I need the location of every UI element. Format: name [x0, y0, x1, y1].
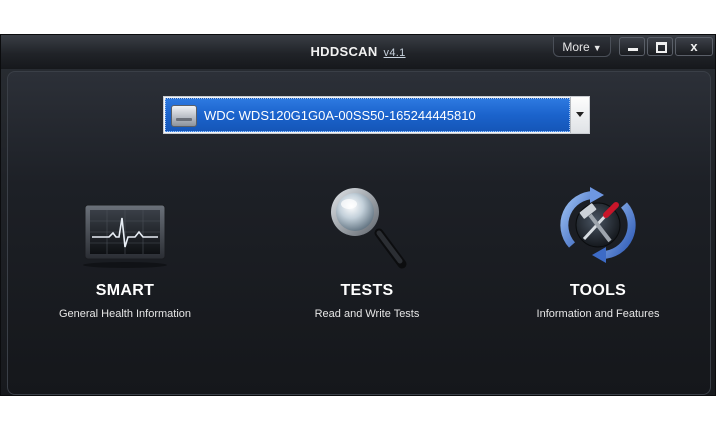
maximize-button[interactable] [647, 37, 673, 56]
title-bar[interactable]: HDDSCAN v4.1 More ▼ x [1, 35, 715, 69]
drive-selected-field[interactable]: WDC WDS120G1G0A-00SS50-165244445810 [165, 98, 570, 132]
heartbeat-monitor-icon [83, 204, 167, 268]
tests-description: Read and Write Tests [314, 308, 420, 320]
magnifier-icon [331, 188, 407, 269]
caret-down-icon: ▼ [592, 43, 602, 53]
minimize-button[interactable] [619, 37, 645, 56]
more-button[interactable]: More ▼ [553, 37, 611, 57]
tools-description: Information and Features [536, 308, 660, 320]
more-label: More [562, 40, 590, 54]
close-icon: x [690, 39, 698, 54]
smart-label: SMART [95, 282, 155, 299]
tests-label: TESTS [340, 282, 394, 299]
dropdown-arrow-button[interactable] [570, 97, 589, 133]
app-name: HDDSCAN [310, 44, 378, 59]
drive-selector[interactable]: WDC WDS120G1G0A-00SS50-165244445810 [163, 96, 590, 134]
version-link[interactable]: v4.1 [384, 47, 406, 59]
tests-icon-area [267, 185, 467, 275]
smart-feature-button[interactable]: SMART General Health Information [25, 185, 225, 320]
smart-description: General Health Information [58, 308, 192, 320]
hard-drive-icon [171, 105, 197, 127]
tests-feature-button[interactable]: TESTS Read and Write Tests [267, 185, 467, 320]
tools-refresh-icon [560, 187, 636, 263]
close-button[interactable]: x [675, 37, 713, 56]
tools-icon-area [498, 185, 698, 275]
smart-icon-area [25, 185, 225, 275]
tools-feature-button[interactable]: TOOLS Information and Features [498, 185, 698, 320]
drive-name: WDC WDS120G1G0A-00SS50-165244445810 [204, 108, 476, 123]
tools-label: TOOLS [569, 282, 627, 299]
